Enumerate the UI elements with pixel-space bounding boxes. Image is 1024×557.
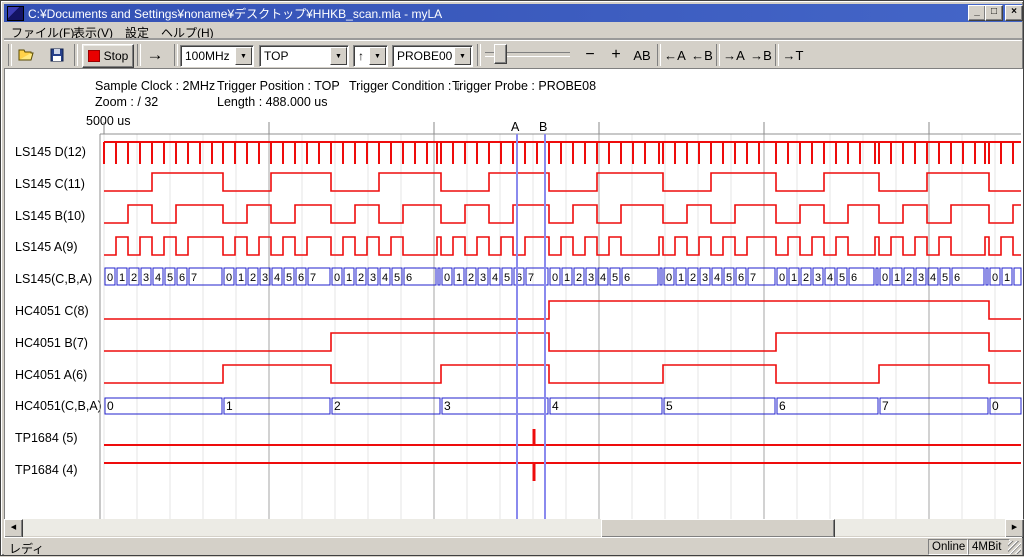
- status-memory: 4MBit: [968, 539, 1010, 555]
- toolbar-separator: [716, 44, 720, 66]
- trigger-edge-value: ↑: [358, 49, 364, 63]
- arrow-right-icon: →: [147, 45, 164, 65]
- channel-label: HC4051(C,B,A): [15, 399, 102, 413]
- scroll-right-button[interactable]: ▶: [1005, 519, 1024, 538]
- toolbar-separator: [775, 44, 779, 66]
- dropdown-arrow-icon[interactable]: ▼: [235, 47, 252, 65]
- dropdown-arrow-icon[interactable]: ▼: [330, 47, 347, 65]
- horizontal-scrollbar[interactable]: ◀ ▶: [4, 519, 1022, 536]
- trigger-edge-select[interactable]: ↑ ▼: [353, 45, 388, 67]
- close-button[interactable]: ×: [1005, 5, 1023, 21]
- sample-clock-select[interactable]: 100MHz ▼: [180, 45, 254, 67]
- status-text: レディ: [9, 540, 44, 557]
- zoom-slider-thumb[interactable]: [494, 44, 507, 64]
- trigger-position-select[interactable]: TOP ▼: [259, 45, 349, 67]
- scroll-left-icon: ◀: [11, 524, 16, 531]
- channel-label: LS145 D(12): [15, 145, 86, 159]
- menu-item-settings[interactable]: 設定: [123, 24, 151, 39]
- app-window: C:¥Documents and Settings¥noname¥デスクトップ¥…: [0, 0, 1024, 556]
- title-bar: C:¥Documents and Settings¥noname¥デスクトップ¥…: [4, 4, 1022, 22]
- toolbar-gripper: [8, 44, 12, 66]
- toolbar-separator: [137, 44, 141, 66]
- channel-label: HC4051 A(6): [15, 368, 87, 382]
- goto-a-back-button[interactable]: ←A: [662, 45, 688, 65]
- dropdown-arrow-icon[interactable]: ▼: [369, 47, 386, 65]
- toolbar-separator: [657, 44, 661, 66]
- scroll-thumb[interactable]: [601, 519, 835, 538]
- channel-label: LS145 A(9): [15, 240, 78, 254]
- stop-label: Stop: [104, 49, 129, 63]
- dropdown-arrow-icon[interactable]: ▼: [454, 47, 471, 65]
- floppy-icon: [50, 48, 64, 62]
- folder-open-icon: [18, 48, 36, 62]
- minimize-button[interactable]: _: [968, 5, 986, 21]
- ab-button[interactable]: AB: [629, 45, 655, 65]
- stop-button[interactable]: Stop: [82, 44, 134, 68]
- trigger-position-value: TOP: [264, 49, 288, 63]
- channel-label: HC4051 C(8): [15, 304, 89, 318]
- menu-bar: ファイル(F) 表示(V) 設定 ヘルプ(H): [4, 22, 1022, 40]
- menu-item-file[interactable]: ファイル(F): [9, 24, 76, 39]
- toolbar: Stop → 100MHz ▼ TOP ▼ ↑ ▼ PROBE00 ▼ − + …: [4, 40, 1022, 69]
- window-title: C:¥Documents and Settings¥noname¥デスクトップ¥…: [28, 5, 442, 22]
- scroll-right-icon: ▶: [1012, 524, 1017, 531]
- channel-label: TP1684 (5): [15, 431, 78, 445]
- goto-trigger-button[interactable]: →T: [780, 45, 806, 65]
- probe-select[interactable]: PROBE00 ▼: [392, 45, 473, 67]
- channel-label: LS145(C,B,A): [15, 272, 92, 286]
- waveform-client-area[interactable]: Sample Clock : 2MHz Zoom : / 32 Trigger …: [4, 68, 1023, 520]
- app-icon[interactable]: [7, 6, 24, 21]
- menu-item-help[interactable]: ヘルプ(H): [159, 24, 216, 39]
- menu-item-view[interactable]: 表示(V): [71, 24, 115, 39]
- goto-b-fwd-button[interactable]: →B: [748, 45, 774, 65]
- goto-b-back-button[interactable]: ←B: [689, 45, 715, 65]
- status-online: Online: [928, 539, 968, 555]
- channel-label: HC4051 B(7): [15, 336, 88, 350]
- zoom-out-button[interactable]: −: [579, 45, 601, 65]
- toolbar-separator: [74, 44, 78, 66]
- scroll-left-button[interactable]: ◀: [4, 519, 23, 538]
- channel-label-column: LS145 D(12) LS145 C(11) LS145 B(10) LS145 A…: [5, 69, 1023, 520]
- toolbar-separator: [174, 44, 178, 66]
- open-button[interactable]: [14, 45, 40, 65]
- stop-icon: [88, 50, 100, 62]
- maximize-button[interactable]: □: [985, 5, 1003, 21]
- sample-clock-value: 100MHz: [185, 49, 230, 63]
- channel-label: LS145 C(11): [15, 177, 85, 191]
- channel-label: LS145 B(10): [15, 209, 85, 223]
- goto-a-fwd-button[interactable]: →A: [721, 45, 747, 65]
- zoom-in-button[interactable]: +: [605, 45, 627, 65]
- probe-select-value: PROBE00: [397, 49, 452, 63]
- run-button[interactable]: →: [142, 45, 168, 65]
- channel-label: TP1684 (4): [15, 463, 78, 477]
- save-button[interactable]: [44, 45, 70, 65]
- status-bar: レディ Online 4MBit: [4, 537, 1022, 555]
- resize-grip[interactable]: [1008, 541, 1021, 554]
- toolbar-separator: [477, 44, 481, 66]
